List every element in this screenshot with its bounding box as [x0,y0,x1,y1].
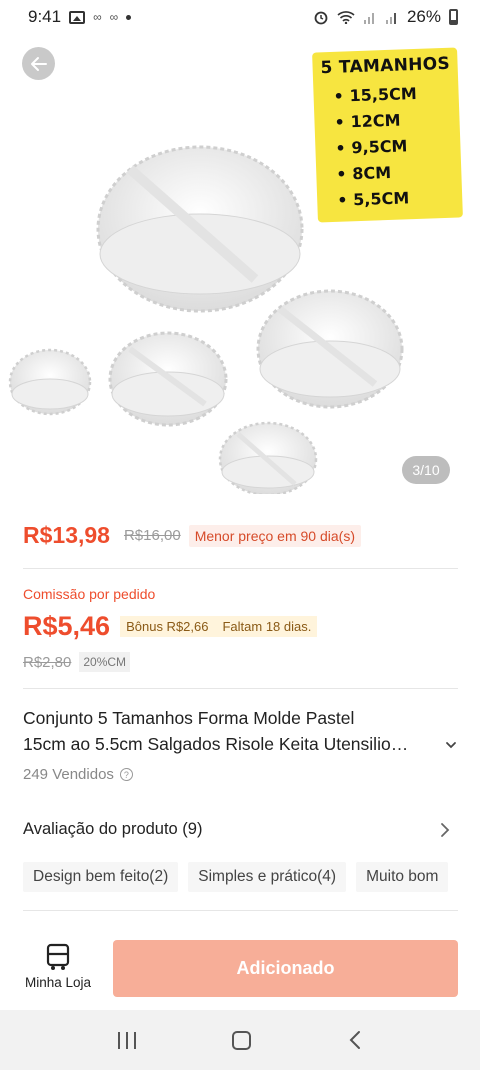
old-commission-row: R$2,80 20%CM [23,652,131,672]
sizes-list: 15,5CM 12CM 9,5CM 8CM 5,5CM [321,80,454,214]
sold-count-text: 249 Vendidos [23,766,114,783]
notification-dot-icon [126,14,132,20]
lowest-price-tag: Menor preço em 90 dia(s) [188,524,361,547]
current-price: R$13,98 [23,522,110,548]
status-time: 9:41 [28,7,62,26]
voicemail-icon: ∞ [93,10,102,24]
image-pager-indicator: 3/10 [402,456,450,484]
my-shop-button[interactable]: Minha Loja [22,943,94,990]
status-left: 9:41 ∞ ∞ [28,7,132,27]
my-shop-label: Minha Loja [24,975,92,990]
divider [23,568,458,569]
sold-count: 249 Vendidos ? [23,766,133,783]
review-tags: Design bem feito(2) Simples e prático(4)… [23,862,480,892]
bottom-action-bar: Minha Loja Adicionado [0,925,480,1010]
bonus-tag: Bônus R$2,66 Faltam 18 dias. [120,616,318,637]
status-bar: 9:41 ∞ ∞ 26% [0,0,480,34]
chevron-right-icon[interactable] [438,822,452,838]
original-price: R$16,00 [123,527,181,544]
old-commission-value: R$2,80 [23,653,72,671]
battery-icon [449,9,458,25]
review-tag-chip[interactable]: Design bem feito(2) [23,862,179,892]
back-button[interactable] [22,47,55,80]
alarm-icon [314,11,328,25]
bonus-amount: Bônus R$2,66 [126,619,209,634]
size-item: 5,5CM [325,184,455,214]
commission-label: Comissão por pedido [23,586,156,602]
arrow-left-icon [30,56,47,71]
review-tag-chip[interactable]: Simples e prático(4) [188,862,347,892]
product-title-line: 15cm ao 5.5cm Salgados Risole Keita Uten… [23,734,409,754]
product-title-line: Conjunto 5 Tamanhos Forma Molde Pastel [23,708,355,728]
gallery-icon [69,10,86,24]
commission-rate-tag: 20%CM [79,652,131,672]
status-right: 26% [313,7,458,27]
help-icon[interactable]: ? [119,768,133,781]
added-button[interactable]: Adicionado [113,940,458,997]
commission-value: R$5,46 [23,611,111,641]
signal-icon [363,13,374,24]
product-title[interactable]: Conjunto 5 Tamanhos Forma Molde Pastel 1… [23,705,443,757]
sizes-title: 5 TAMANHOS [320,53,451,79]
wifi-icon [337,11,355,24]
commission-row: R$5,46 Bônus R$2,66 Faltam 18 dias. [23,611,318,642]
signal-icon-2 [385,13,396,24]
divider [23,688,458,689]
price-row: R$13,98 R$16,00 Menor preço em 90 dia(s) [23,522,361,549]
review-tag-chip[interactable]: Muito bom [356,862,449,892]
divider [23,910,458,911]
sizes-callout: 5 TAMANHOS 15,5CM 12CM 9,5CM 8CM 5,5CM [312,47,463,223]
recents-icon[interactable] [118,1031,137,1049]
bonus-remaining: Faltam 18 dias. [222,619,312,634]
battery-percent: 26% [406,7,441,26]
shop-cart-icon [46,943,70,970]
voicemail-icon-2: ∞ [109,10,119,24]
product-image-carousel[interactable]: 5 TAMANHOS 15,5CM 12CM 9,5CM 8CM 5,5CM 3… [0,34,480,500]
system-nav-bar [0,1010,480,1070]
reviews-heading[interactable]: Avaliação do produto (9) [23,820,202,839]
chevron-down-icon[interactable] [444,738,458,752]
back-nav-icon[interactable] [348,1030,362,1050]
home-icon[interactable] [232,1030,252,1050]
